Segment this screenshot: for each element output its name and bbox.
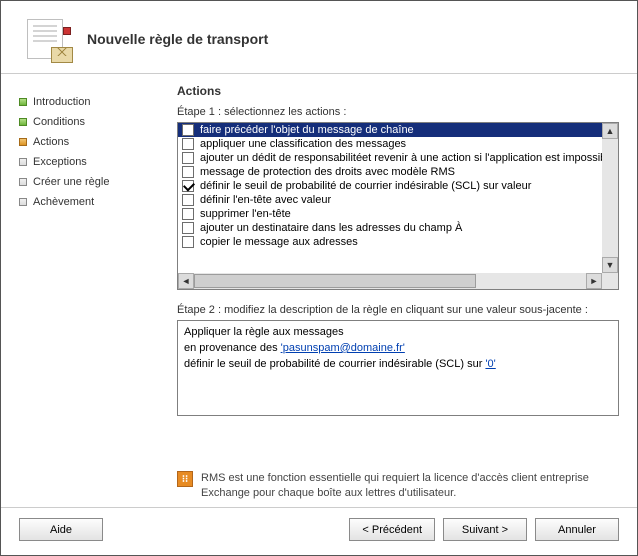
sender-link[interactable]: 'pasunspam@domaine.fr': [281, 342, 405, 354]
action-label: ajouter un dédit de responsabilitéet rev…: [200, 152, 602, 164]
sidebar-item-label: Actions: [33, 136, 69, 148]
action-row[interactable]: appliquer une classification des message…: [178, 137, 602, 151]
action-checkbox[interactable]: [182, 236, 194, 248]
vertical-scrollbar[interactable]: ▲ ▼: [602, 123, 618, 273]
rms-note-text: RMS est une fonction essentielle qui req…: [201, 471, 619, 501]
rule-icon: [25, 17, 69, 61]
page-title: Nouvelle règle de transport: [87, 31, 268, 47]
action-row[interactable]: supprimer l'en-tête: [178, 207, 602, 221]
section-title: Actions: [177, 84, 619, 98]
wizard-header: Nouvelle règle de transport: [1, 1, 637, 74]
sidebar-item-label: Introduction: [33, 96, 90, 108]
step-current-icon: [19, 138, 27, 146]
desc-line: en provenance des 'pasunspam@domaine.fr': [184, 341, 612, 357]
sidebar-item-label: Achèvement: [33, 196, 94, 208]
sidebar-item-actions[interactable]: Actions: [19, 132, 159, 152]
sidebar-item-label: Créer une règle: [33, 176, 109, 188]
rule-description: Appliquer la règle aux messages en prove…: [177, 320, 619, 416]
desc-text: en provenance des: [184, 342, 281, 354]
step-done-icon: [19, 98, 27, 106]
scroll-track[interactable]: [194, 273, 586, 289]
cancel-button[interactable]: Annuler: [535, 518, 619, 541]
action-label: ajouter un destinataire dans les adresse…: [200, 222, 462, 234]
sidebar-item-completion[interactable]: Achèvement: [19, 192, 159, 212]
action-label: message de protection des droits avec mo…: [200, 166, 455, 178]
wizard-footer: Aide < Précédent Suivant > Annuler: [1, 507, 637, 555]
rms-icon: ⁝⁝: [177, 471, 193, 487]
action-checkbox[interactable]: [182, 208, 194, 220]
step-todo-icon: [19, 198, 27, 206]
action-checkbox[interactable]: [182, 180, 194, 192]
desc-line: définir le seuil de probabilité de courr…: [184, 357, 612, 373]
action-label: définir le seuil de probabilité de courr…: [200, 180, 531, 192]
step1-label: Étape 1 : sélectionnez les actions :: [177, 106, 619, 118]
sidebar-item-label: Conditions: [33, 116, 85, 128]
action-checkbox[interactable]: [182, 166, 194, 178]
action-checkbox[interactable]: [182, 152, 194, 164]
action-row[interactable]: faire précéder l'objet du message de cha…: [178, 123, 602, 137]
sidebar-item-conditions[interactable]: Conditions: [19, 112, 159, 132]
sidebar-item-label: Exceptions: [33, 156, 87, 168]
step-todo-icon: [19, 158, 27, 166]
scroll-down-icon[interactable]: ▼: [602, 257, 618, 273]
actions-viewport: faire précéder l'objet du message de cha…: [178, 123, 602, 273]
desc-line: Appliquer la règle aux messages: [184, 325, 612, 341]
desc-text: définir le seuil de probabilité de courr…: [184, 358, 485, 370]
wizard-main: Actions Étape 1 : sélectionnez les actio…: [177, 84, 619, 501]
horizontal-scrollbar[interactable]: ◄ ►: [178, 273, 602, 289]
scrollbar-corner: [602, 273, 618, 289]
back-button[interactable]: < Précédent: [349, 518, 435, 541]
action-row[interactable]: définir le seuil de probabilité de courr…: [178, 179, 602, 193]
action-row[interactable]: ajouter un dédit de responsabilitéet rev…: [178, 151, 602, 165]
wizard-body: Introduction Conditions Actions Exceptio…: [1, 74, 637, 507]
scroll-up-icon[interactable]: ▲: [602, 123, 618, 139]
action-label: appliquer une classification des message…: [200, 138, 406, 150]
step2-label: Étape 2 : modifiez la description de la …: [177, 304, 619, 316]
wizard-window: Nouvelle règle de transport Introduction…: [0, 0, 638, 556]
sidebar-item-create-rule[interactable]: Créer une règle: [19, 172, 159, 192]
rms-note: ⁝⁝ RMS est une fonction essentielle qui …: [177, 465, 619, 501]
action-row[interactable]: définir l'en-tête avec valeur: [178, 193, 602, 207]
actions-list: faire précéder l'objet du message de cha…: [177, 122, 619, 290]
step-done-icon: [19, 118, 27, 126]
action-row[interactable]: message de protection des droits avec mo…: [178, 165, 602, 179]
action-label: copier le message aux adresses: [200, 236, 358, 248]
action-checkbox[interactable]: [182, 124, 194, 136]
action-checkbox[interactable]: [182, 194, 194, 206]
sidebar-item-exceptions[interactable]: Exceptions: [19, 152, 159, 172]
action-label: faire précéder l'objet du message de cha…: [200, 124, 414, 136]
action-checkbox[interactable]: [182, 138, 194, 150]
action-checkbox[interactable]: [182, 222, 194, 234]
step-todo-icon: [19, 178, 27, 186]
scroll-left-icon[interactable]: ◄: [178, 273, 194, 289]
scroll-thumb[interactable]: [194, 274, 476, 288]
scl-value-link[interactable]: '0': [485, 358, 495, 370]
action-row[interactable]: copier le message aux adresses: [178, 235, 602, 249]
scroll-right-icon[interactable]: ►: [586, 273, 602, 289]
scroll-track[interactable]: [602, 139, 618, 257]
action-label: supprimer l'en-tête: [200, 208, 291, 220]
wizard-sidebar: Introduction Conditions Actions Exceptio…: [19, 84, 159, 501]
action-label: définir l'en-tête avec valeur: [200, 194, 331, 206]
action-row[interactable]: ajouter un destinataire dans les adresse…: [178, 221, 602, 235]
next-button[interactable]: Suivant >: [443, 518, 527, 541]
sidebar-item-introduction[interactable]: Introduction: [19, 92, 159, 112]
help-button[interactable]: Aide: [19, 518, 103, 541]
